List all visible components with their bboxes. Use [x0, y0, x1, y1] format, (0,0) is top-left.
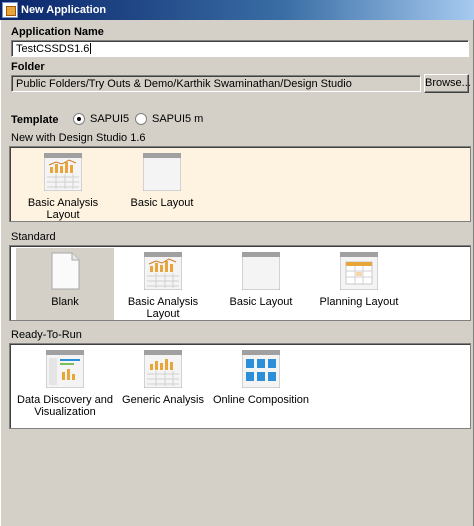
- app-name-input[interactable]: TestCSSDS1.6: [11, 40, 469, 57]
- planning-layout-icon: [339, 251, 379, 291]
- tile-label: Basic Analysis Layout: [127, 296, 199, 320]
- text-caret: [90, 43, 92, 54]
- basic-analysis-layout-icon: [143, 251, 183, 291]
- radio-sapui5[interactable]: SAPUI5: [73, 113, 129, 125]
- radio-unselected-icon: [135, 113, 147, 125]
- tile-label: Online Composition: [213, 394, 309, 406]
- tile-label: Basic Layout: [130, 197, 194, 209]
- tile-standard-basic-analysis[interactable]: Basic Analysis Layout: [114, 248, 212, 320]
- radio-sapui5-label: SAPUI5: [90, 113, 130, 125]
- browse-button[interactable]: Browse...: [424, 74, 471, 93]
- section-ds16-title: New with Design Studio 1.6: [11, 132, 146, 144]
- tile-label: Blank: [51, 296, 79, 308]
- basic-layout-icon: [241, 251, 281, 291]
- tile-standard-blank[interactable]: Blank: [16, 248, 114, 320]
- template-label: Template: [11, 114, 59, 126]
- generic-analysis-icon: [143, 349, 183, 389]
- section-ready-title: Ready-To-Run: [11, 329, 82, 341]
- online-composition-icon: [241, 349, 281, 389]
- radio-selected-icon: [73, 113, 85, 125]
- tile-ds16-basic-layout[interactable]: Basic Layout: [113, 149, 211, 221]
- section-standard-title: Standard: [11, 231, 56, 243]
- gallery-standard: Blank Basic Analysis Layout Basic Layout…: [9, 245, 471, 321]
- tile-label: Generic Analysis: [122, 394, 204, 406]
- window-title: New Application: [21, 4, 107, 16]
- data-discovery-icon: [45, 349, 85, 389]
- tile-label: Planning Layout: [319, 296, 399, 308]
- form-panel: Application Name TestCSSDS1.6 Folder Pub…: [3, 20, 473, 466]
- tile-ready-online-composition[interactable]: Online Composition: [212, 346, 310, 418]
- folder-field: Public Folders/Try Outs & Demo/Karthik S…: [11, 75, 421, 92]
- tile-label: Basic Layout: [229, 296, 293, 308]
- dialog-footer: [3, 466, 473, 526]
- gallery-ready: Data Discovery and Visualization Generic…: [9, 343, 471, 429]
- basic-layout-icon: [142, 152, 182, 192]
- gallery-ds16: Basic Analysis Layout Basic Layout: [9, 146, 471, 222]
- tile-ready-generic-analysis[interactable]: Generic Analysis: [114, 346, 212, 418]
- app-window-icon: [2, 2, 18, 18]
- basic-analysis-layout-icon: [43, 152, 83, 192]
- tile-label: Data Discovery and Visualization: [17, 394, 113, 418]
- blank-document-icon: [46, 252, 84, 290]
- title-bar: New Application: [0, 0, 474, 20]
- tile-standard-planning-layout[interactable]: Planning Layout: [310, 248, 408, 320]
- dialog-body: Application Name TestCSSDS1.6 Folder Pub…: [0, 20, 474, 526]
- tile-ds16-basic-analysis[interactable]: Basic Analysis Layout: [14, 149, 112, 221]
- folder-label: Folder: [11, 61, 45, 73]
- app-name-label: Application Name: [11, 26, 104, 38]
- radio-sapui5-m-label: SAPUI5 m: [152, 113, 204, 125]
- tile-label: Basic Analysis Layout: [27, 197, 99, 221]
- tile-ready-data-discovery[interactable]: Data Discovery and Visualization: [16, 346, 114, 426]
- radio-sapui5-m[interactable]: SAPUI5 m: [135, 113, 203, 125]
- tile-standard-basic-layout[interactable]: Basic Layout: [212, 248, 310, 320]
- app-name-value: TestCSSDS1.6: [16, 43, 90, 55]
